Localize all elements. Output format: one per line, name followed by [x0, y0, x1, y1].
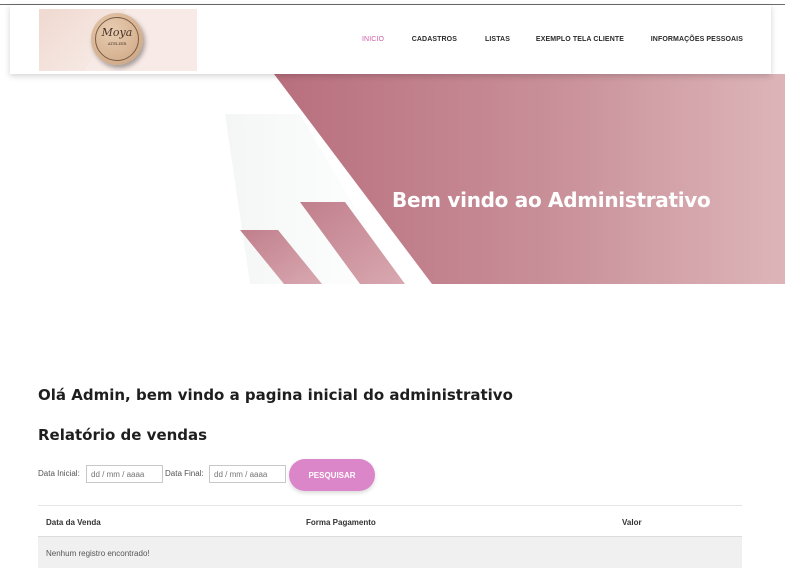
nav-link-exemplo-tela-cliente[interactable]: EXEMPLO TELA CLIENTE [536, 36, 624, 43]
search-button[interactable]: PESQUISAR [289, 459, 375, 491]
sales-table: Data da Venda Forma Pagamento Valor Nenh… [38, 505, 742, 568]
logo-subtext: ATELIER [107, 41, 127, 46]
logo[interactable]: Moya ATELIER [39, 9, 197, 71]
navbar: Moya ATELIER INICIO CADASTROS LISTAS EXE… [10, 5, 771, 74]
hero-graphic [0, 74, 785, 284]
nav-link-listas[interactable]: LISTAS [485, 36, 510, 43]
start-date-label: Data Inicial: [38, 469, 80, 478]
nav-link-informacoes-pessoais[interactable]: INFORMAÇÕES PESSOAIS [651, 36, 743, 43]
hero-title: Bem vindo ao Administrativo [392, 188, 711, 212]
table-header: Data da Venda Forma Pagamento Valor [38, 505, 742, 537]
column-header-sale-date[interactable]: Data da Venda [46, 518, 101, 527]
end-date-label: Data Final: [165, 469, 204, 478]
hero-banner: Bem vindo ao Administrativo [0, 74, 785, 284]
logo-badge: Moya ATELIER [91, 13, 143, 65]
column-header-value[interactable]: Valor [622, 518, 642, 527]
logo-text: Moya [101, 26, 133, 39]
nav-link-inicio[interactable]: INICIO [362, 36, 384, 43]
report-title: Relatório de vendas [38, 426, 208, 444]
start-date-input[interactable] [86, 465, 163, 483]
greeting-heading: Olá Admin, bem vindo a pagina inicial do… [38, 386, 513, 404]
column-header-payment-method[interactable]: Forma Pagamento [306, 518, 376, 527]
empty-message: Nenhum registro encontrado! [46, 549, 150, 558]
table-empty-row: Nenhum registro encontrado! [38, 537, 742, 568]
nav-link-cadastros[interactable]: CADASTROS [412, 36, 457, 43]
logo-ring [95, 17, 139, 61]
end-date-input[interactable] [209, 465, 286, 483]
